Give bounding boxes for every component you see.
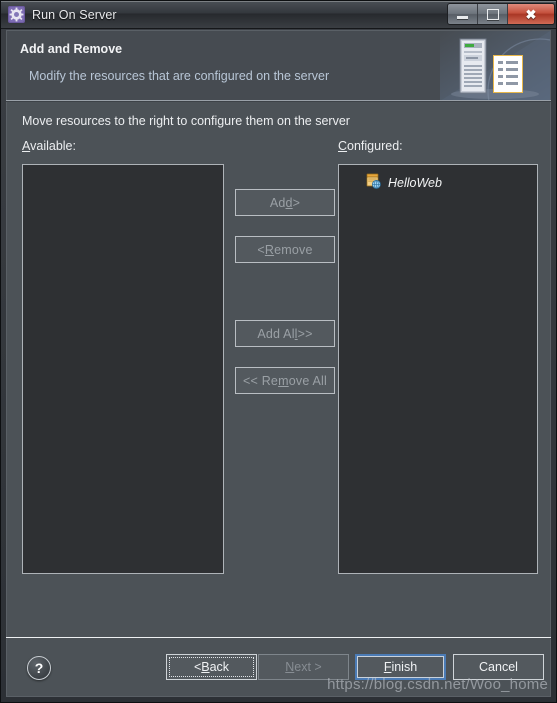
window-title: Run On Server <box>32 7 117 22</box>
configured-label: Configured: <box>338 139 403 153</box>
run-on-server-dialog: Run On Server ✖ Add and Remove Modify th… <box>0 0 557 703</box>
remove-all-button-prefix: << Re <box>243 373 279 388</box>
add-button-prefix: Ad <box>269 195 286 210</box>
add-all-button-suffix: >> <box>297 326 313 341</box>
cancel-button-label: Cancel <box>479 660 518 674</box>
available-resources-list[interactable] <box>22 164 224 574</box>
add-button[interactable]: Ad d > <box>235 189 335 216</box>
finish-button[interactable]: Finish <box>355 654 446 680</box>
configured-label-text: onfigured: <box>347 139 403 153</box>
remove-all-button[interactable]: << Re m ove All <box>235 367 335 394</box>
dialog-footer: ? < Back Next > Finish Cancel <box>6 639 551 697</box>
maximize-button[interactable] <box>478 4 508 24</box>
next-button[interactable]: Next > <box>258 654 349 680</box>
add-all-button[interactable]: Add Al l >> <box>235 320 335 347</box>
remove-button-suffix: emove <box>274 242 313 257</box>
page-subtitle: Modify the resources that are configured… <box>29 69 330 83</box>
finish-button-suffix: inish <box>391 660 418 674</box>
dialog-body: Move resources to the right to configure… <box>6 102 551 637</box>
minimize-button[interactable] <box>448 4 478 24</box>
configured-label-mnemonic: C <box>338 139 348 153</box>
back-button-suffix: ack <box>209 660 230 674</box>
remove-button-prefix: < <box>257 242 265 257</box>
configured-resources-list[interactable]: HelloWeb <box>338 164 538 574</box>
available-label: Available: <box>22 139 76 153</box>
minimize-icon <box>457 16 468 19</box>
window-controls: ✖ <box>447 3 555 25</box>
instruction-text: Move resources to the right to configure… <box>22 114 350 128</box>
cancel-button[interactable]: Cancel <box>453 654 544 680</box>
web-module-icon <box>365 173 381 194</box>
add-button-mnemonic: d <box>285 195 293 210</box>
available-label-mnemonic: A <box>22 139 31 153</box>
maximize-icon <box>486 8 499 20</box>
remove-button[interactable]: < Remove <box>235 236 335 263</box>
remove-button-mnemonic: R <box>264 242 275 257</box>
close-button[interactable]: ✖ <box>508 4 554 24</box>
back-button[interactable]: < Back <box>166 654 257 680</box>
help-icon-glyph: ? <box>34 660 44 676</box>
add-all-button-prefix: Add Al <box>257 326 295 341</box>
title-bar[interactable]: Run On Server ✖ <box>1 1 556 29</box>
help-icon[interactable]: ? <box>27 656 51 680</box>
back-button-mnemonic: B <box>201 660 210 674</box>
gear-icon <box>8 6 25 23</box>
remove-all-button-suffix: ove All <box>288 373 327 388</box>
add-button-suffix: > <box>292 195 301 210</box>
back-button-prefix: < <box>193 660 202 674</box>
server-and-document-icon <box>440 31 550 100</box>
page-title: Add and Remove <box>20 42 123 56</box>
next-button-suffix: ext > <box>294 660 322 674</box>
next-button-mnemonic: N <box>285 660 295 674</box>
list-item[interactable]: HelloWeb <box>339 173 537 193</box>
finish-button-mnemonic: F <box>383 660 392 674</box>
available-label-text: vailable: <box>30 139 76 153</box>
close-icon: ✖ <box>525 6 537 22</box>
list-item-label: HelloWeb <box>388 176 442 190</box>
remove-all-button-mnemonic: m <box>278 373 289 388</box>
wizard-header: Add and Remove Modify the resources that… <box>6 30 551 100</box>
